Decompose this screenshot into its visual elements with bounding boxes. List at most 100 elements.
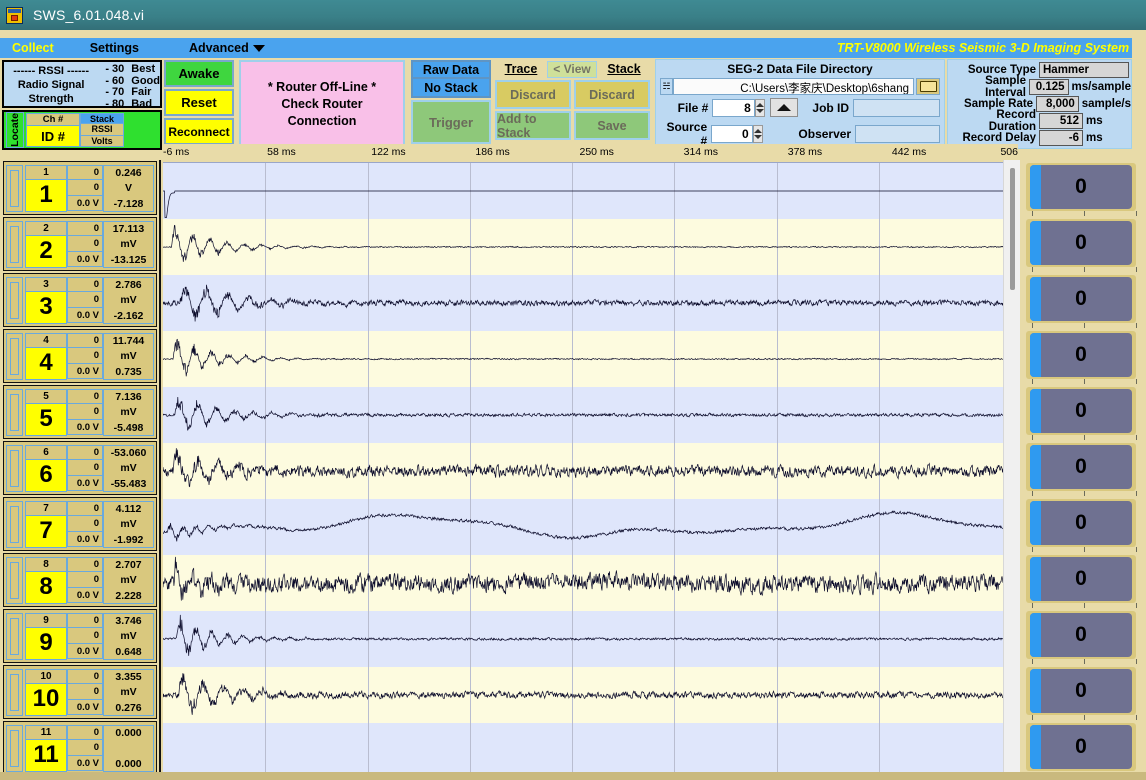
channel-rssi: 0 (67, 628, 103, 644)
stack-count-widget[interactable]: 0 (1026, 667, 1136, 715)
router-status-line-3: Connection (268, 113, 376, 130)
channel-row[interactable]: 1111000.0 V0.0000.000 (3, 721, 157, 775)
channel-max-value: 0.246 (115, 167, 141, 179)
trace-discard-button[interactable]: Discard (495, 80, 571, 109)
locate-tab[interactable]: Locate (6, 112, 24, 148)
raw-data-toggle[interactable]: Raw Data (411, 60, 491, 79)
channel-row[interactable]: 22000.0 V17.113mV-13.125 (3, 217, 157, 271)
channel-stack-count: 0 (67, 165, 103, 181)
channel-row[interactable]: 99000.0 V3.746mV0.648 (3, 609, 157, 663)
channel-id-column: 33 (25, 277, 67, 324)
channel-meta-column: 000.0 V (67, 277, 103, 324)
sample-interval-unit: ms/sample (1069, 81, 1131, 93)
channel-locate-tab[interactable] (6, 613, 23, 660)
rssi-quality: Best (124, 64, 155, 76)
channel-row[interactable]: 77000.0 V4.112mV-1.992 (3, 497, 157, 551)
channel-rssi: 0 (67, 348, 103, 364)
sample-interval-value: 0.125 (1029, 79, 1069, 95)
save-button[interactable]: Save (574, 111, 650, 140)
stack-count-widget[interactable]: 0 (1026, 555, 1136, 603)
stack-count-widget[interactable]: 0 (1026, 331, 1136, 379)
stack-widget-tick (1084, 715, 1085, 720)
channel-unit: mV (120, 686, 136, 698)
trace-scrollbar[interactable] (1003, 160, 1020, 780)
channel-locate-tab[interactable] (6, 557, 23, 604)
stack-count-widget[interactable]: 0 (1026, 443, 1136, 491)
stack-count-widget[interactable]: 0 (1026, 611, 1136, 659)
stack-count-widget[interactable]: 0 (1026, 163, 1136, 211)
channel-max-value: 11.744 (113, 335, 145, 347)
channel-id: 3 (25, 292, 67, 324)
observer-input[interactable] (855, 125, 940, 143)
stack-discard-button[interactable]: Discard (574, 80, 650, 109)
channel-min-value: 0.000 (115, 758, 141, 770)
seismic-trace-plot[interactable] (163, 162, 1003, 780)
stack-widget-tick (1084, 603, 1085, 608)
channel-locate-tab[interactable] (6, 725, 23, 772)
file-number-stepper[interactable] (755, 99, 765, 117)
stack-count-widget[interactable]: 0 (1026, 275, 1136, 323)
trace-scrollbar-thumb[interactable] (1010, 168, 1015, 290)
channel-locate-tab[interactable] (6, 501, 23, 548)
channel-rssi: 0 (67, 292, 103, 308)
channel-row[interactable]: 55000.0 V7.136mV-5.498 (3, 385, 157, 439)
awake-button[interactable]: Awake (164, 60, 234, 87)
channel-locate-tab[interactable] (6, 445, 23, 492)
menu-item-collect[interactable]: Collect (12, 41, 54, 55)
source-type-value[interactable]: Hammer (1039, 62, 1129, 78)
channel-row[interactable]: 1010000.0 V3.355mV0.276 (3, 665, 157, 719)
channel-row[interactable]: 44000.0 V11.744mV0.735 (3, 329, 157, 383)
record-duration-unit: ms (1083, 115, 1103, 127)
channel-locate-tab[interactable] (6, 669, 23, 716)
channel-locate-tab[interactable] (6, 165, 23, 212)
trace-button-column: Discard Add to Stack (495, 80, 571, 140)
source-number-input[interactable]: 0 (711, 125, 753, 143)
browse-folder-button[interactable] (916, 78, 940, 95)
control-strip: ------ RSSI ------ Radio Signal Strength… (0, 58, 1146, 144)
stack-count-widget[interactable]: 0 (1026, 499, 1136, 547)
channel-amplitude-readout: 0.246V-7.128 (103, 165, 154, 212)
reset-button[interactable]: Reset (164, 89, 234, 116)
sample-interval-label: Sample Interval (948, 75, 1029, 99)
view-button[interactable]: < View (547, 61, 597, 78)
rssi-value: - 30 (98, 64, 124, 76)
menu-item-settings[interactable]: Settings (90, 41, 139, 55)
stack-count-widget[interactable]: 0 (1026, 387, 1136, 435)
channel-row[interactable]: 66000.0 V-53.060mV-55.483 (3, 441, 157, 495)
channel-row[interactable]: 88000.0 V2.707mV2.228 (3, 553, 157, 607)
file-number-input[interactable]: 8 (712, 99, 754, 117)
channel-unit: mV (120, 574, 136, 586)
channel-min-value: 0.735 (115, 366, 141, 378)
trigger-button[interactable]: Trigger (411, 100, 491, 144)
add-to-stack-button[interactable]: Add to Stack (495, 111, 571, 140)
channel-locate-tab[interactable] (6, 333, 23, 380)
trace-stack-header: Trace < View Stack (495, 60, 651, 78)
stack-count-value: 0 (1030, 389, 1132, 433)
channel-id: 9 (25, 628, 67, 660)
application-window: SWS_6.01.048.vi Collect Settings Advance… (0, 0, 1146, 780)
trace-stack-buttons: Discard Add to Stack Discard Save (495, 80, 651, 140)
channel-locate-tab[interactable] (6, 389, 23, 436)
channel-row[interactable]: 11000.0 V0.246V-7.128 (3, 161, 157, 215)
locate-panel[interactable]: Locate Ch # ID # Stack RSSI Volts (2, 110, 162, 150)
file-path-input[interactable]: C:\Users\李家庆\Desktop\6shang (673, 78, 914, 95)
menu-item-advanced[interactable]: Advanced (189, 41, 265, 55)
channel-id-column: 55 (25, 389, 67, 436)
stack-widget-tick (1136, 547, 1137, 552)
router-status-line-1: * Router Off-Line * (268, 79, 376, 96)
title-bar: SWS_6.01.048.vi (0, 0, 1146, 30)
source-number-stepper[interactable] (753, 125, 763, 143)
channel-meta-column: 000.0 V (67, 725, 103, 772)
channel-locate-tab[interactable] (6, 277, 23, 324)
increment-file-button[interactable] (770, 98, 799, 117)
channel-rssi: 0 (67, 740, 103, 756)
stack-count-widget[interactable]: 0 (1026, 219, 1136, 267)
reconnect-button[interactable]: Reconnect (164, 118, 234, 145)
job-id-input[interactable] (853, 99, 940, 117)
stack-widget-tick (1032, 547, 1033, 552)
channel-id: 4 (25, 348, 67, 380)
stack-count-widget[interactable]: 0 (1026, 723, 1136, 771)
channel-locate-tab[interactable] (6, 221, 23, 268)
channel-row[interactable]: 33000.0 V2.786mV-2.162 (3, 273, 157, 327)
no-stack-toggle[interactable]: No Stack (411, 79, 491, 98)
